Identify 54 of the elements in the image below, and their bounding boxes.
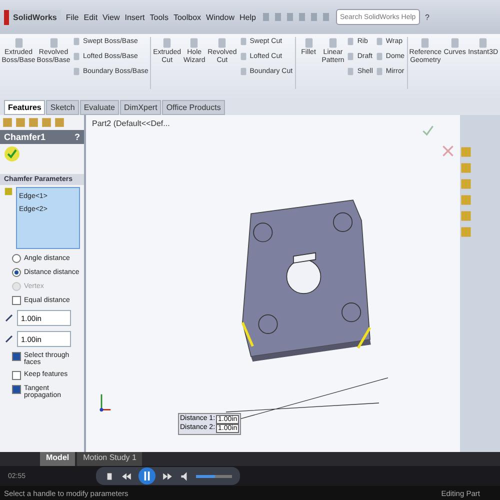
task-pane-icon[interactable]	[460, 193, 472, 207]
task-pane-icon[interactable]	[460, 209, 472, 223]
toolbar-icon[interactable]	[284, 12, 295, 22]
help-button[interactable]: ?	[74, 132, 80, 142]
document-icon	[327, 37, 340, 49]
check-icon[interactable]	[422, 125, 434, 137]
menu-item[interactable]: Window	[206, 12, 234, 22]
tree-item[interactable]: Part2 (Default<<Def...	[92, 119, 170, 128]
ribbon-tab[interactable]: Sketch	[46, 100, 79, 115]
task-pane-icon[interactable]	[460, 225, 472, 239]
document-icon	[419, 37, 432, 49]
menu-item[interactable]: View	[102, 12, 120, 22]
toolbar-icon[interactable]	[320, 12, 331, 22]
menu-item[interactable]: Insert	[124, 12, 145, 22]
document-icon	[48, 37, 60, 49]
document-icon	[188, 37, 200, 49]
menu-item[interactable]: Edit	[84, 12, 98, 22]
help-button[interactable]: ?	[424, 12, 430, 22]
pause-button[interactable]	[138, 467, 156, 485]
ribbon-tab[interactable]: Office Products	[162, 100, 225, 115]
menu-item[interactable]: File	[66, 12, 79, 22]
task-pane-icon[interactable]	[460, 145, 472, 159]
manager-tab-icon[interactable]	[54, 117, 65, 128]
close-icon[interactable]	[442, 145, 454, 157]
fast-forward-icon[interactable]	[162, 470, 173, 482]
document-icon	[448, 37, 461, 49]
task-pane-icon[interactable]	[460, 177, 472, 191]
document-icon	[12, 37, 24, 49]
document-icon	[161, 37, 174, 49]
ribbon-tab[interactable]: DimXpert	[120, 100, 162, 115]
menu-item[interactable]: Tools	[150, 12, 168, 22]
manager-tab-icon[interactable]	[2, 117, 13, 128]
panel-title: Chamfer1	[4, 132, 46, 142]
model-tab[interactable]: Model	[40, 452, 76, 466]
document-icon	[302, 37, 314, 49]
menu-item[interactable]: Toolbox	[173, 12, 202, 22]
document-icon	[216, 37, 228, 49]
manager-tab-icon[interactable]	[41, 117, 52, 128]
task-pane-icon[interactable]	[460, 161, 472, 175]
manager-tab-icon[interactable]	[28, 117, 39, 128]
toolbar-icon[interactable]	[296, 12, 307, 22]
rewind-icon[interactable]	[120, 470, 132, 482]
app-logo: SolidWorks	[4, 10, 61, 24]
document-icon	[477, 37, 490, 49]
volume-slider[interactable]	[196, 474, 216, 478]
menu-item[interactable]: Help	[239, 12, 256, 22]
manager-tab-icon[interactable]	[15, 117, 26, 128]
toolbar-icon[interactable]	[272, 12, 283, 22]
toolbar-icon[interactable]	[260, 12, 271, 22]
ribbon-tab[interactable]: Evaluate	[80, 100, 119, 115]
model-tab[interactable]: Motion Study 1	[77, 452, 142, 466]
check-icon[interactable]	[4, 146, 20, 162]
ribbon-tab[interactable]: Features	[4, 100, 46, 115]
toolbar-icon[interactable]	[308, 12, 319, 22]
